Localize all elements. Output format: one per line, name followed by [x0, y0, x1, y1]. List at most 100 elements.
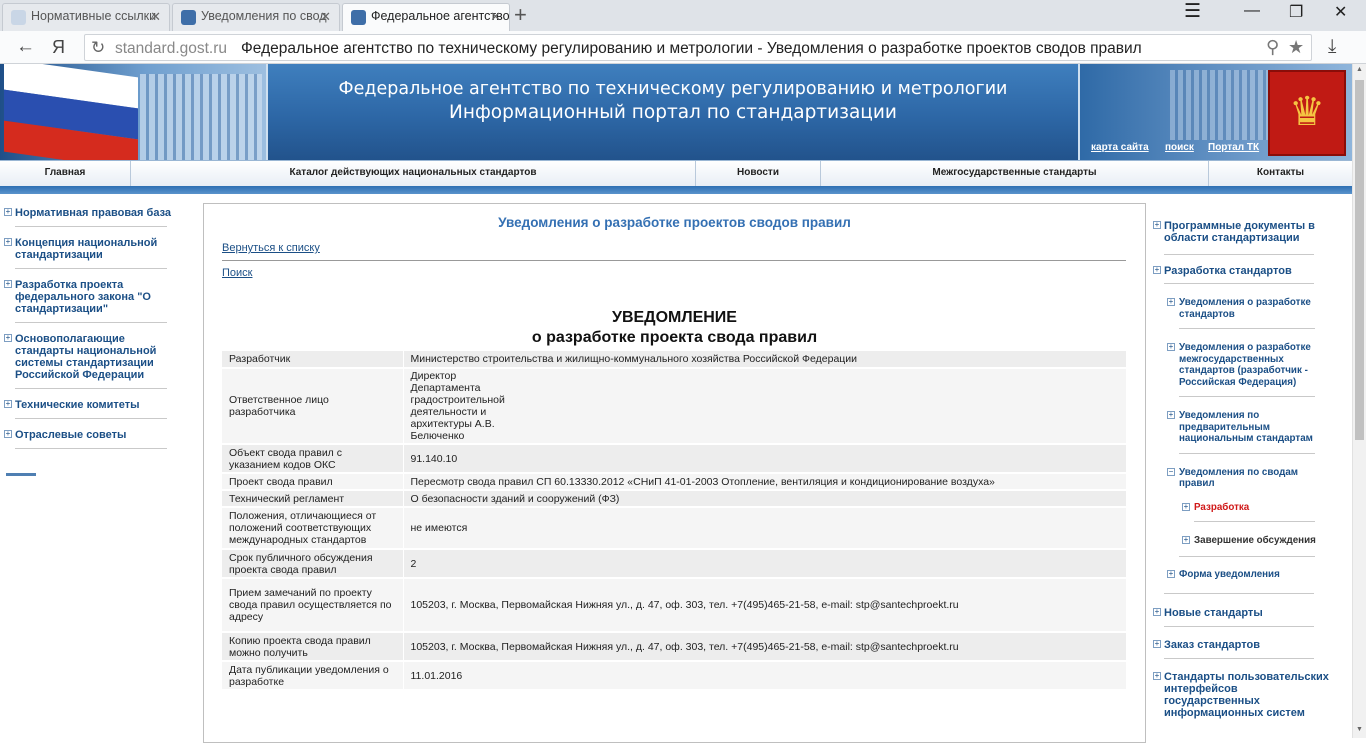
nav-interstate-standards[interactable]: Межгосударственные стандарты — [821, 161, 1209, 186]
menu-icon[interactable]: ☰ — [1184, 0, 1201, 23]
right-subnav-item[interactable]: + Уведомления по предварительным национал… — [1167, 410, 1333, 445]
nav-home[interactable]: Главная — [0, 161, 131, 186]
scrollbar-thumb[interactable] — [1355, 80, 1364, 440]
expand-plus-icon[interactable]: + — [4, 430, 12, 438]
expand-plus-icon[interactable]: + — [4, 280, 12, 288]
left-nav-item[interactable]: + Концепция национальной стандартизации — [4, 237, 172, 261]
nav-contacts[interactable]: Контакты — [1209, 161, 1352, 186]
right-nav-item[interactable]: + Стандарты пользовательских интерфейсов … — [1153, 671, 1333, 719]
site-header: Федеральное агентство по техническому ре… — [0, 64, 1352, 160]
left-sidebar-bar — [6, 473, 36, 476]
row-value: Директор Департамента градостроительной … — [402, 368, 1126, 444]
left-nav-item[interactable]: + Отраслевые советы — [4, 429, 172, 441]
right-subnav-item[interactable]: + Форма уведомления — [1167, 569, 1333, 581]
row-value: 105203, г. Москва, Первомайская Нижняя у… — [402, 632, 1126, 661]
expand-plus-icon[interactable]: + — [1167, 343, 1175, 351]
expand-plus-icon[interactable]: + — [1167, 411, 1175, 419]
left-nav-item[interactable]: + Разработка проекта федерального закона … — [4, 279, 172, 315]
address-toolbar: ← Я ↻ standard.gost.ru Федеральное агент… — [0, 31, 1366, 64]
row-value: 105203, г. Москва, Первомайская Нижняя у… — [402, 578, 1126, 632]
expand-plus-icon[interactable]: + — [4, 208, 12, 216]
row-value: Пересмотр свода правил СП 60.13330.2012 … — [402, 473, 1126, 490]
building-image — [1170, 70, 1270, 140]
right-subnav-item-expanded[interactable]: − Уведомления по сводам правил — [1167, 467, 1333, 490]
restore-icon[interactable]: ❐ — [1289, 2, 1303, 22]
row-value: Министерство строительства и жилищно-ком… — [402, 351, 1126, 368]
document-icon — [11, 10, 26, 25]
tab-title: Нормативные ссылки — [31, 9, 157, 23]
expand-plus-icon[interactable]: + — [1167, 298, 1175, 306]
site-title: Федеральное агентство по техническому ре… — [268, 78, 1078, 124]
coat-of-arms-icon: ♛ — [1268, 70, 1346, 156]
tk-portal-link[interactable]: Портал ТК — [1208, 142, 1259, 153]
building-image — [140, 74, 262, 160]
reload-icon[interactable]: ↻ — [91, 38, 105, 58]
back-to-list-link[interactable]: Вернуться к списку — [222, 242, 320, 254]
site-title-line2: Информационный портал по стандартизации — [449, 102, 897, 123]
notice-table: Разработчик Министерство строительства и… — [222, 351, 1126, 691]
right-nav-item[interactable]: + Заказ стандартов — [1153, 639, 1333, 651]
browser-tab-active[interactable]: Федеральное агентство ✕ — [342, 3, 510, 31]
row-label: Положения, отличающиеся от положений соо… — [229, 510, 377, 546]
expand-plus-icon[interactable]: + — [4, 238, 12, 246]
search-icon[interactable]: ⚲ — [1266, 37, 1279, 58]
scroll-up-icon[interactable]: ▲ — [1356, 66, 1363, 73]
address-bar[interactable]: ↻ standard.gost.ru Федеральное агентство… — [84, 34, 1312, 61]
expand-plus-icon[interactable]: + — [1182, 502, 1190, 511]
close-tab-icon[interactable]: ✕ — [490, 9, 501, 25]
row-value: 11.01.2016 — [402, 661, 1126, 690]
browser-tab[interactable]: Уведомления по свод ✕ — [172, 3, 340, 31]
nav-catalog[interactable]: Каталог действующих национальных стандар… — [131, 161, 696, 186]
right-subnav-item-active[interactable]: + Разработка — [1182, 502, 1333, 514]
right-subnav-item[interactable]: + Уведомления о разработке стандартов — [1167, 297, 1333, 320]
expand-plus-icon[interactable]: + — [1182, 536, 1190, 544]
main-content: Уведомления о разработке проектов сводов… — [203, 203, 1146, 743]
expand-plus-icon[interactable]: + — [4, 400, 12, 408]
notice-subheading: о разработке проекта свода правил — [531, 329, 818, 346]
left-nav-item[interactable]: + Основополагающие стандарты национальной… — [4, 333, 172, 381]
minimize-icon[interactable]: — — [1244, 2, 1260, 20]
search-link[interactable]: поиск — [1165, 142, 1194, 153]
expand-plus-icon[interactable]: + — [1153, 266, 1161, 274]
right-sidebar: + Программные документы в области стандар… — [1153, 220, 1333, 719]
back-arrow-icon[interactable]: ← — [16, 36, 35, 58]
right-nav-item[interactable]: + Программные документы в области стандар… — [1153, 220, 1333, 244]
star-icon[interactable]: ★ — [1288, 37, 1304, 58]
right-nav-item[interactable]: + Разработка стандартов — [1153, 265, 1333, 277]
notice-heading: УВЕДОМЛЕНИЕ — [612, 309, 737, 326]
right-nav-item[interactable]: + Новые стандарты — [1153, 607, 1333, 619]
scroll-down-icon[interactable]: ▼ — [1356, 726, 1363, 733]
expand-plus-icon[interactable]: + — [1167, 569, 1175, 578]
left-nav-item[interactable]: + Технические комитеты — [4, 399, 172, 411]
expand-plus-icon[interactable]: + — [4, 334, 12, 342]
expand-plus-icon[interactable]: + — [1153, 672, 1161, 680]
search-link[interactable]: Поиск — [222, 267, 252, 279]
right-subnav-item[interactable]: + Уведомления о разработке межгосударстве… — [1167, 342, 1333, 388]
row-value: 2 — [402, 549, 1126, 578]
expand-plus-icon[interactable]: + — [1153, 221, 1161, 229]
new-tab-button[interactable]: + — [514, 3, 527, 27]
row-value: О безопасности зданий и сооружений (ФЗ) — [402, 490, 1126, 507]
close-tab-icon[interactable]: ✕ — [320, 9, 331, 25]
close-tab-icon[interactable]: ✕ — [150, 9, 161, 25]
tab-title: Уведомления по свод — [201, 9, 327, 23]
header-flag-banner — [0, 64, 266, 160]
browser-tab[interactable]: Нормативные ссылки ✕ — [2, 3, 170, 31]
close-window-icon[interactable]: ✕ — [1334, 2, 1347, 22]
left-nav-item[interactable]: + Нормативная правовая база — [4, 207, 172, 219]
nav-news[interactable]: Новости — [696, 161, 821, 186]
right-subnav-item[interactable]: + Завершение обсуждения — [1182, 535, 1333, 547]
url-domain: standard.gost.ru — [115, 40, 228, 57]
browser-tab-bar: Нормативные ссылки ✕ Уведомления по свод… — [0, 0, 1366, 31]
download-icon[interactable]: ⤓ — [1328, 36, 1336, 58]
page-scrollbar[interactable]: ▲ ▼ — [1352, 64, 1366, 738]
collapse-minus-icon[interactable]: − — [1167, 467, 1175, 476]
table-row: Дата публикации уведомления о разработке… — [222, 661, 1126, 690]
row-label: Проект свода правил — [229, 475, 333, 488]
expand-plus-icon[interactable]: + — [1153, 608, 1161, 616]
site-icon — [181, 10, 196, 25]
row-value: не имеются — [402, 507, 1126, 549]
yandex-button[interactable]: Я — [52, 37, 65, 58]
sitemap-link[interactable]: карта сайта — [1091, 142, 1149, 153]
expand-plus-icon[interactable]: + — [1153, 640, 1161, 648]
